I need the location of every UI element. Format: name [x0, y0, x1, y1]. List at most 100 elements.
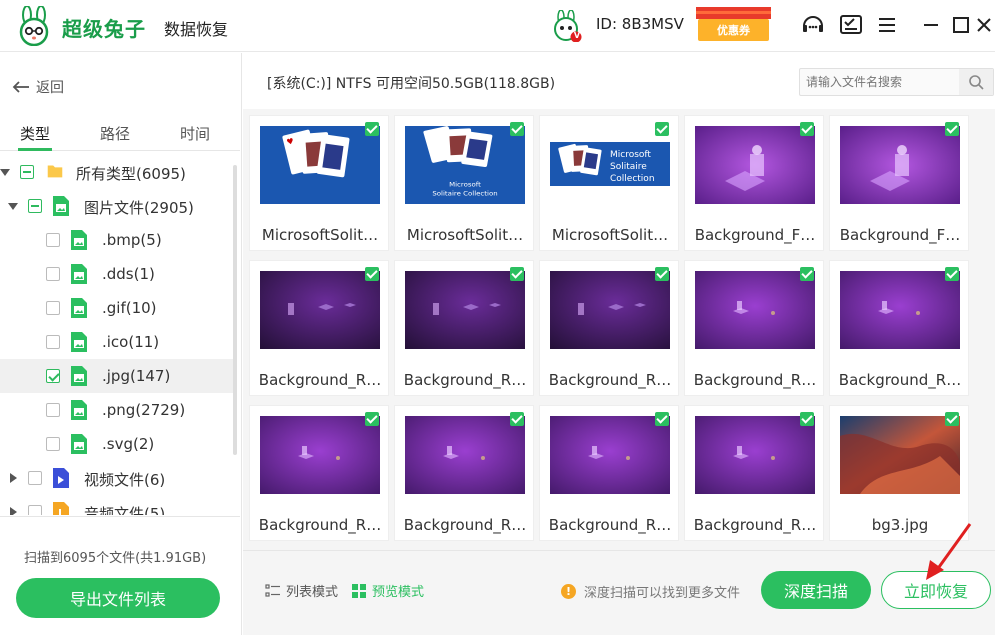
tree-item-label: .svg(2)	[102, 435, 155, 453]
arrow-left-icon	[12, 81, 29, 93]
file-thumbnail: Microsoft Solitaire Collection	[550, 126, 670, 204]
file-type-tree: 所有类型(6095) 图片文件(2905) .bmp(5) .dds(1) .gif(1…	[0, 155, 234, 515]
scan-summary: 扫描到6095个文件(共1.91GB)	[24, 551, 207, 566]
tree-item[interactable]: .gif(10)	[0, 291, 234, 325]
file-checkbox[interactable]	[655, 412, 669, 426]
file-checkbox[interactable]	[945, 412, 959, 426]
solitaire-caption-line2: Solitaire Collection	[432, 190, 497, 197]
tree-item-label: 音频文件(5)	[84, 505, 166, 515]
file-name: MicrosoftSolit…	[551, 226, 669, 244]
file-card[interactable]: Background_R…	[394, 405, 534, 541]
tree-item[interactable]: 视频文件(6)	[0, 461, 234, 495]
list-mode-toggle[interactable]: 列表模式	[265, 581, 338, 600]
file-card[interactable]: ♥ MicrosoftSolit…	[249, 115, 389, 251]
minimize-icon[interactable]	[918, 12, 944, 38]
tab-time[interactable]: 时间	[180, 123, 210, 144]
file-checkbox[interactable]	[800, 412, 814, 426]
close-icon[interactable]	[971, 12, 995, 38]
file-card[interactable]: Background_R…	[539, 405, 679, 541]
image-file-icon	[70, 297, 88, 319]
file-thumbnail	[550, 416, 670, 494]
file-thumbnail	[840, 416, 960, 494]
tree-item[interactable]: .png(2729)	[0, 393, 234, 427]
tree-checkbox[interactable]	[46, 301, 60, 315]
list-mode-label: 列表模式	[286, 585, 339, 600]
tree-checkbox[interactable]	[46, 233, 60, 247]
expand-arrow-icon[interactable]	[8, 203, 18, 210]
coupon-button[interactable]: 优惠券	[696, 7, 771, 41]
file-checkbox[interactable]	[800, 267, 814, 281]
file-card[interactable]: Background_R…	[539, 260, 679, 396]
file-card[interactable]: Microsoft Solitaire Collection MicrosoftSol…	[539, 115, 679, 251]
tree-item[interactable]: .dds(1)	[0, 257, 234, 291]
back-button[interactable]: 返回	[12, 77, 64, 97]
tree-item[interactable]: .bmp(5)	[0, 223, 234, 257]
file-checkbox[interactable]	[945, 267, 959, 281]
annotation-arrow-icon	[926, 523, 972, 580]
file-name: Background_R…	[548, 371, 672, 389]
file-checkbox[interactable]	[510, 122, 524, 136]
file-checkbox[interactable]	[365, 267, 379, 281]
tree-checkbox[interactable]	[46, 267, 60, 281]
tree-checkbox[interactable]	[28, 505, 42, 515]
hint-text: 深度扫描可以找到更多文件	[584, 586, 741, 601]
file-checkbox[interactable]	[510, 412, 524, 426]
file-checkbox[interactable]	[365, 122, 379, 136]
tab-path[interactable]: 路径	[100, 123, 130, 144]
tab-type[interactable]: 类型	[20, 123, 50, 144]
collapse-arrow-icon[interactable]	[10, 507, 17, 515]
tree-checkbox[interactable]	[46, 335, 60, 349]
tree-item-label: .ico(11)	[102, 333, 160, 351]
path-bar: [系统(C:)] NTFS 可用空间50.5GB(118.8GB)	[243, 53, 995, 109]
file-checkbox[interactable]	[655, 122, 669, 136]
file-card[interactable]: Background_R…	[829, 260, 969, 396]
tree-checkbox[interactable]	[46, 403, 60, 417]
deep-scan-button[interactable]: 深度扫描	[761, 571, 871, 609]
file-card[interactable]: Background_R…	[249, 405, 389, 541]
tree-item[interactable]: .ico(11)	[0, 325, 234, 359]
preview-mode-toggle[interactable]: 预览模式	[351, 581, 424, 600]
menu-icon[interactable]	[874, 12, 900, 38]
file-card[interactable]: Microsoft Solitaire Collection MicrosoftSo…	[394, 115, 534, 251]
tree-item[interactable]: 图片文件(2905)	[0, 189, 234, 223]
file-card[interactable]: Background_F…	[829, 115, 969, 251]
tree-checkbox[interactable]	[46, 437, 60, 451]
file-card[interactable]: Background_R…	[684, 405, 824, 541]
file-checkbox[interactable]	[365, 412, 379, 426]
image-file-icon	[70, 331, 88, 353]
tree-item-label: .gif(10)	[102, 299, 157, 317]
file-thumbnail	[260, 271, 380, 349]
file-checkbox[interactable]	[655, 267, 669, 281]
expand-arrow-icon[interactable]	[0, 169, 10, 176]
tree-checkbox[interactable]	[28, 199, 42, 213]
file-name: Background_R…	[258, 516, 382, 534]
file-name: Background_R…	[548, 516, 672, 534]
tree-checkbox[interactable]	[20, 165, 34, 179]
file-card[interactable]: Background_R…	[394, 260, 534, 396]
image-file-icon	[70, 229, 88, 251]
tree-checkbox[interactable]	[28, 471, 42, 485]
sidebar-scrollbar[interactable]	[233, 165, 237, 455]
search-button[interactable]	[959, 69, 993, 95]
collapse-arrow-icon[interactable]	[10, 473, 17, 483]
left-sidebar: 返回 类型 路径 时间 所有类型(6095) 图片文件(2905) .bmp(5).…	[0, 53, 242, 635]
file-thumbnail	[840, 271, 960, 349]
image-file-icon	[70, 399, 88, 421]
tree-item[interactable]: .svg(2)	[0, 427, 234, 461]
tree-item[interactable]: 所有类型(6095)	[0, 155, 234, 189]
tree-item[interactable]: .jpg(147)	[0, 359, 234, 393]
file-card[interactable]: Background_R…	[684, 260, 824, 396]
file-checkbox[interactable]	[945, 122, 959, 136]
tree-checkbox[interactable]	[46, 369, 60, 383]
tree-item[interactable]: 音频文件(5)	[0, 495, 234, 515]
file-thumbnail	[405, 271, 525, 349]
feedback-icon[interactable]	[838, 12, 864, 38]
search-input[interactable]	[800, 69, 960, 95]
file-checkbox[interactable]	[510, 267, 524, 281]
support-chat-icon[interactable]	[800, 12, 826, 38]
file-checkbox[interactable]	[800, 122, 814, 136]
active-tab-indicator	[18, 148, 52, 151]
file-card[interactable]: Background_F…	[684, 115, 824, 251]
export-file-list-button[interactable]: 导出文件列表	[16, 578, 220, 618]
file-card[interactable]: Background_R…	[249, 260, 389, 396]
